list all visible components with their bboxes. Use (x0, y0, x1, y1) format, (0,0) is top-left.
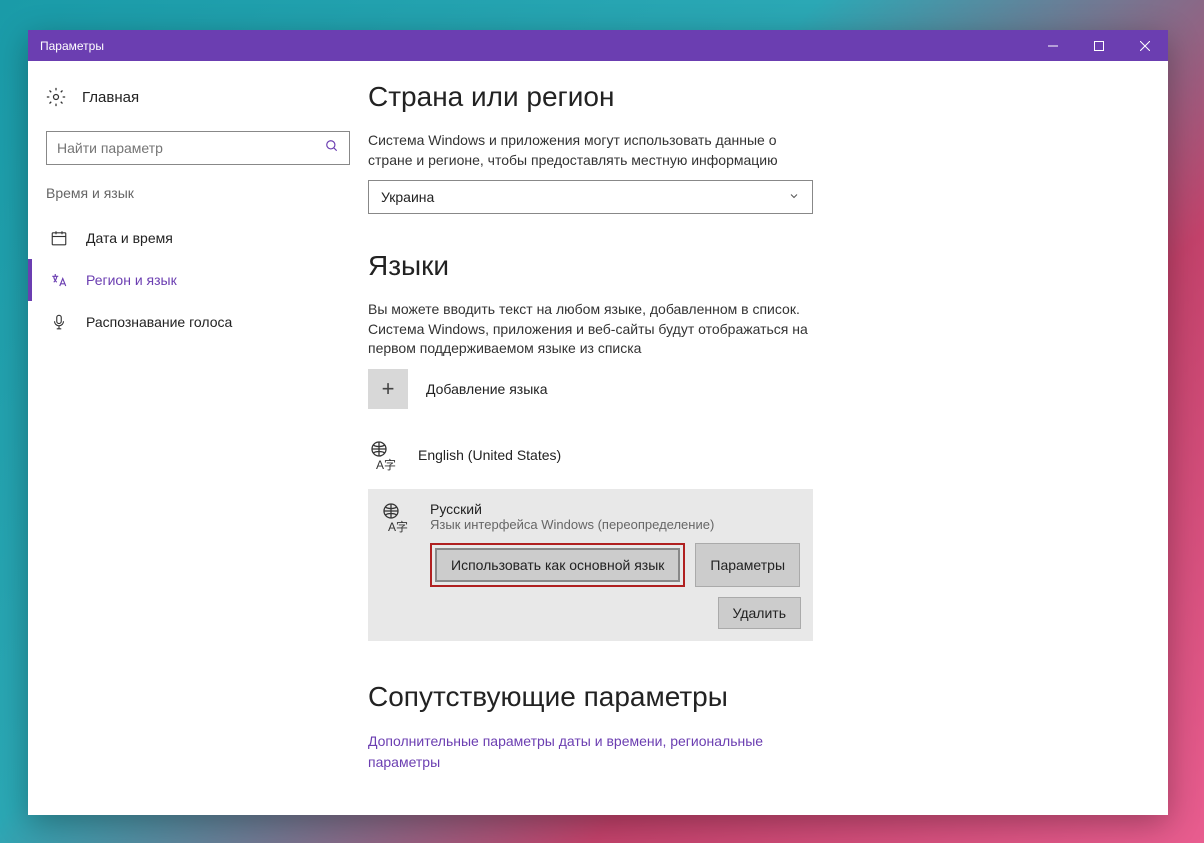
home-label: Главная (82, 89, 139, 106)
language-item-russian[interactable]: A字 Русский Язык интерфейса Windows (пере… (380, 501, 801, 543)
related-heading: Сопутствующие параметры (368, 681, 1128, 713)
main-panel: Страна или регион Система Windows и прил… (368, 61, 1168, 815)
search-input[interactable] (57, 140, 325, 156)
section-label: Время и язык (28, 185, 368, 217)
region-desc: Система Windows и приложения могут испол… (368, 131, 813, 170)
svg-text:A字: A字 (388, 519, 408, 533)
language-glyph-icon: A字 (380, 501, 412, 533)
content-area: Главная Время и язык Дата и время Ре (28, 61, 1168, 815)
sidebar-item-speech[interactable]: Распознавание голоса (28, 301, 368, 343)
svg-text:A字: A字 (376, 457, 396, 471)
microphone-icon (50, 313, 68, 331)
language-icon (50, 271, 68, 289)
language-action-buttons-row2: Удалить (380, 597, 801, 629)
chevron-down-icon (788, 189, 800, 205)
sidebar-item-datetime[interactable]: Дата и время (28, 217, 368, 259)
language-glyph-icon: A字 (368, 439, 400, 471)
window-controls (1030, 30, 1168, 61)
sidebar-item-label: Распознавание голоса (86, 314, 232, 330)
remove-language-button[interactable]: Удалить (718, 597, 801, 629)
home-link[interactable]: Главная (28, 81, 368, 113)
sidebar-item-region-language[interactable]: Регион и язык (28, 259, 368, 301)
add-language-label: Добавление языка (426, 381, 548, 397)
sidebar-item-label: Регион и язык (86, 272, 177, 288)
maximize-button[interactable] (1076, 30, 1122, 61)
country-dropdown[interactable]: Украина (368, 180, 813, 214)
plus-icon: + (368, 369, 408, 409)
gear-icon (46, 87, 66, 107)
minimize-button[interactable] (1030, 30, 1076, 61)
clock-calendar-icon (50, 229, 68, 247)
search-box[interactable] (46, 131, 350, 165)
window-title: Параметры (40, 39, 1030, 53)
add-language-button[interactable]: + Добавление языка (368, 369, 1128, 409)
language-subtitle: Язык интерфейса Windows (переопределение… (430, 517, 714, 532)
close-button[interactable] (1122, 30, 1168, 61)
dropdown-value: Украина (381, 189, 788, 205)
search-icon (325, 139, 339, 158)
titlebar: Параметры (28, 30, 1168, 61)
language-item-english[interactable]: A字 English (United States) (368, 431, 1128, 479)
languages-desc: Вы можете вводить текст на любом языке, … (368, 300, 813, 359)
set-default-button[interactable]: Использовать как основной язык (435, 548, 680, 582)
languages-heading: Языки (368, 250, 1128, 282)
language-text-block: Русский Язык интерфейса Windows (переопр… (430, 501, 714, 532)
language-item-russian-selected: A字 Русский Язык интерфейса Windows (пере… (368, 489, 813, 641)
highlight-frame: Использовать как основной язык (430, 543, 685, 587)
language-options-button[interactable]: Параметры (695, 543, 800, 587)
settings-window: Параметры Главная (28, 30, 1168, 815)
language-action-buttons: Использовать как основной язык Параметры (380, 543, 801, 587)
sidebar-item-label: Дата и время (86, 230, 173, 246)
language-name: English (United States) (418, 447, 561, 463)
related-link[interactable]: Дополнительные параметры даты и времени,… (368, 731, 813, 773)
language-name: Русский (430, 501, 714, 517)
sidebar: Главная Время и язык Дата и время Ре (28, 61, 368, 815)
region-heading: Страна или регион (368, 81, 1128, 113)
related-section: Сопутствующие параметры Дополнительные п… (368, 681, 1128, 773)
